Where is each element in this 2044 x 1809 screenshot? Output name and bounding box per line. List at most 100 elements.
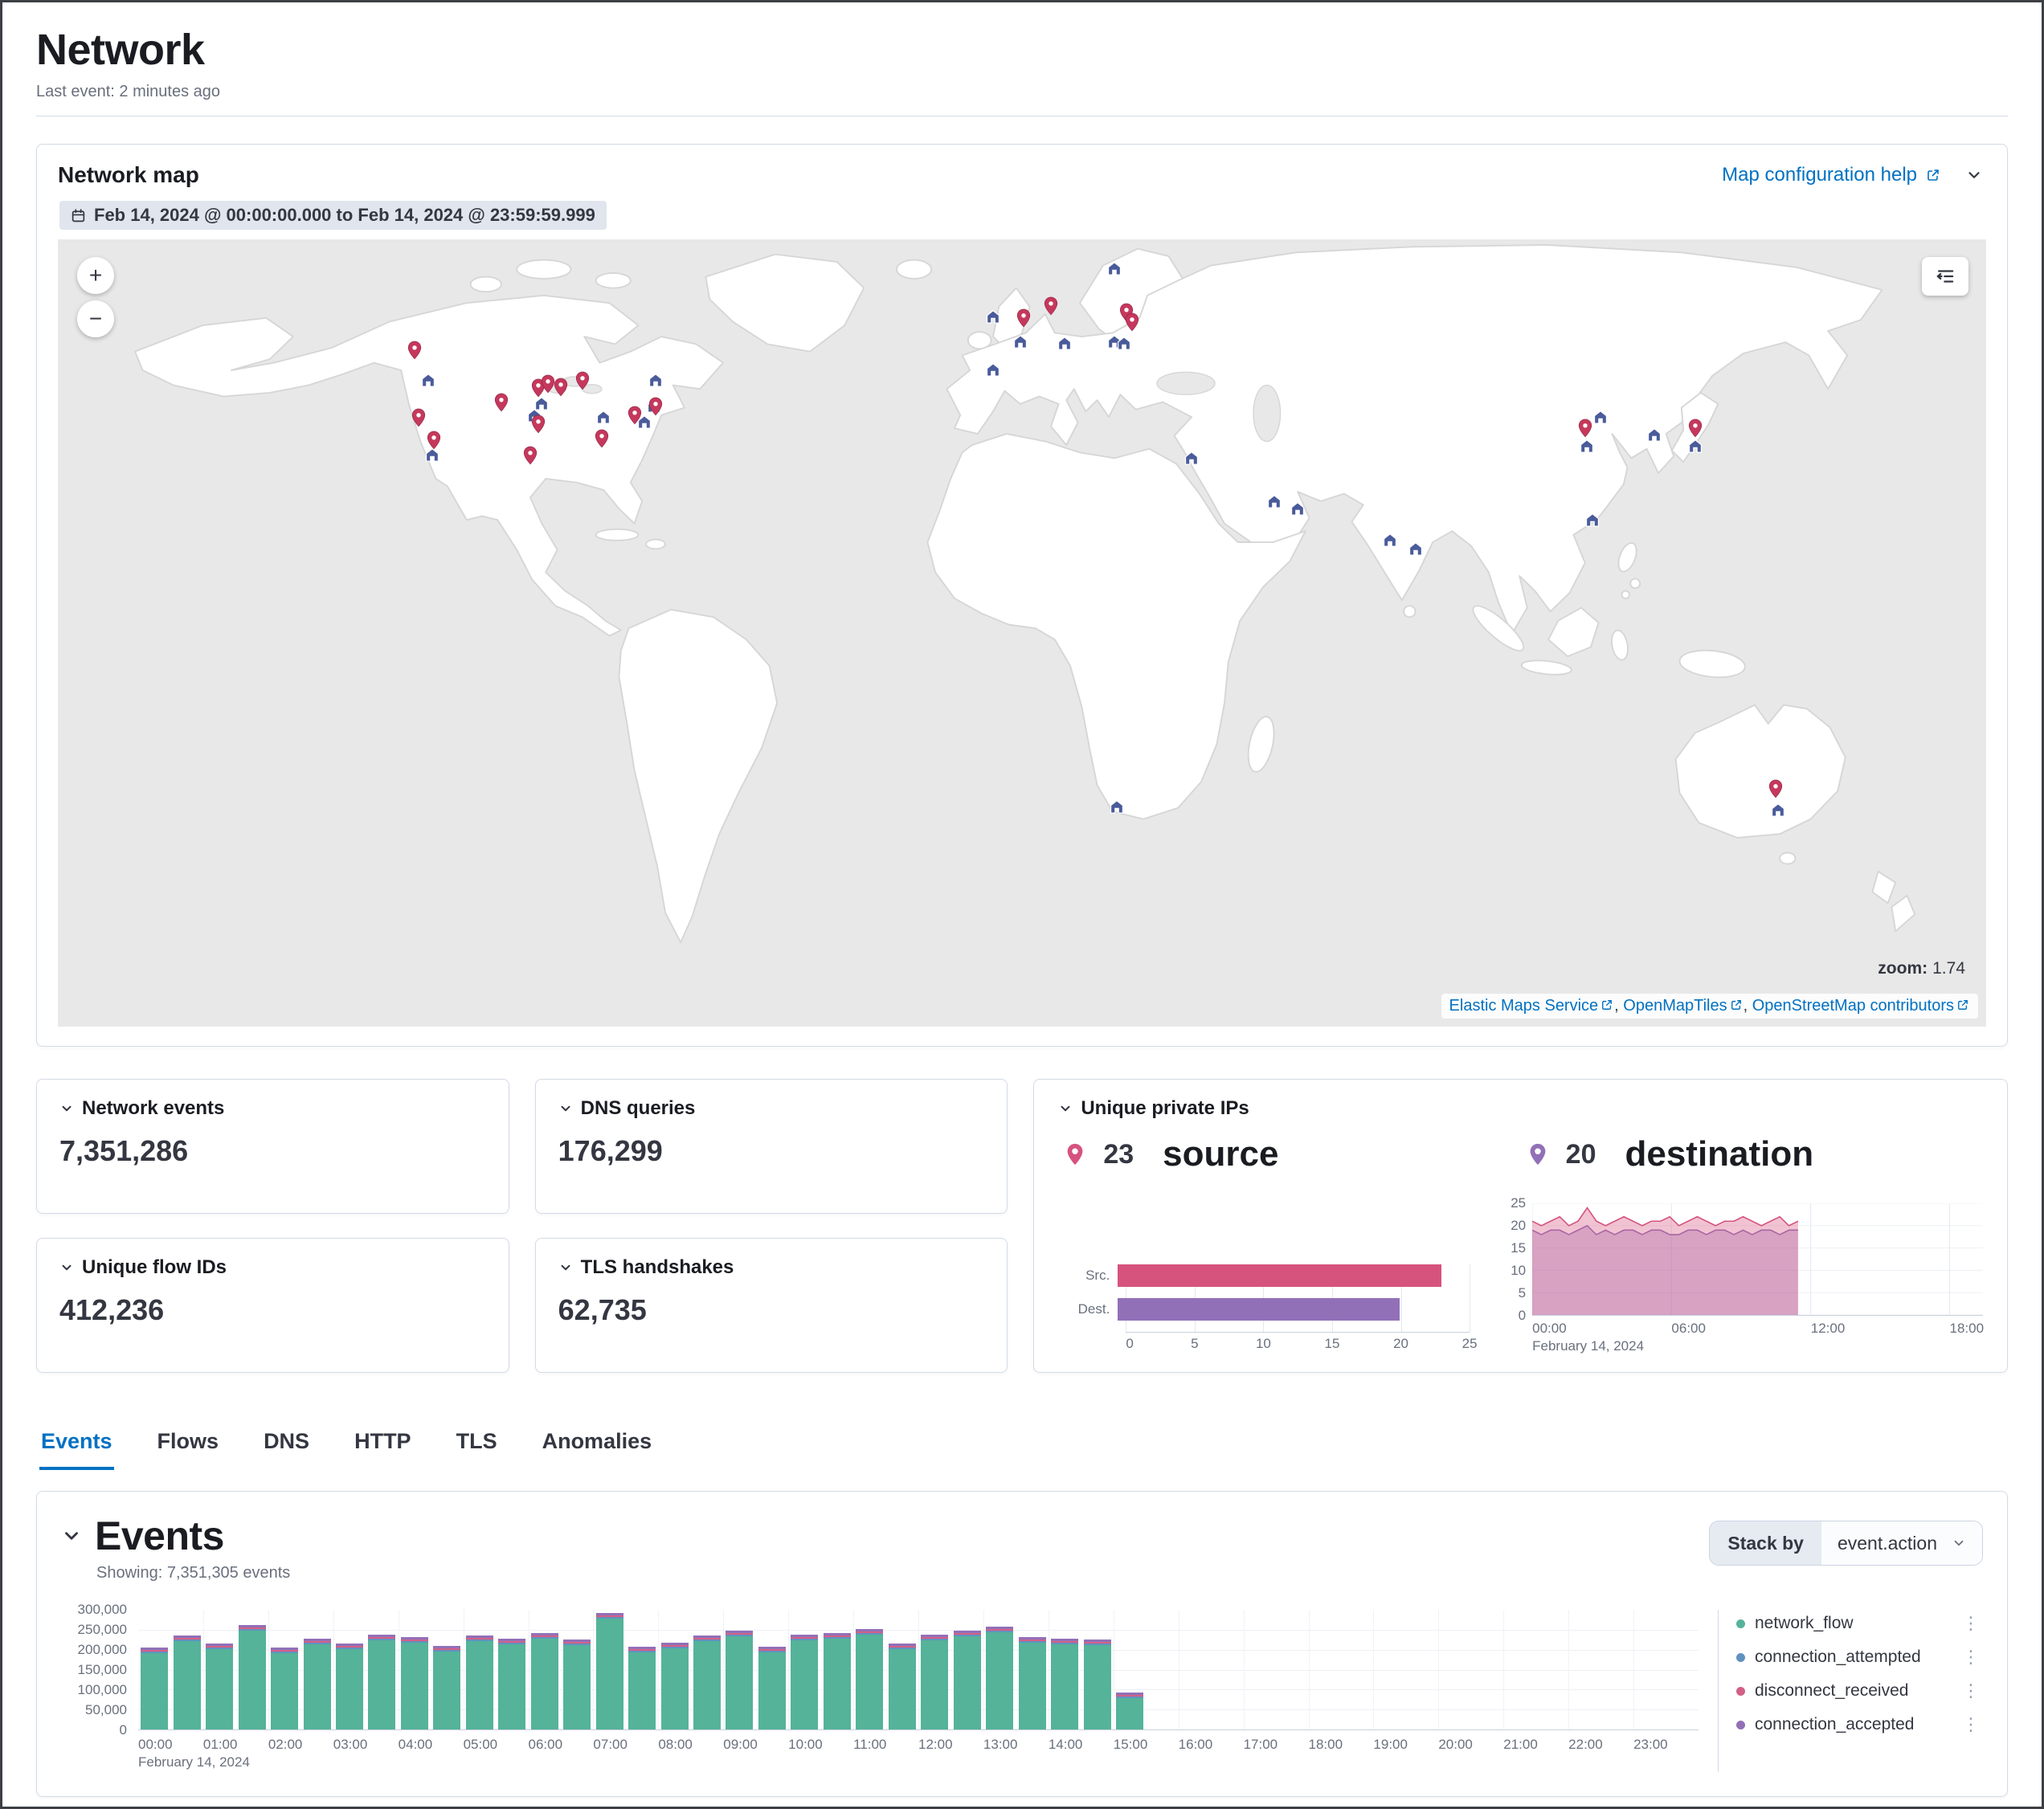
zoom-label: zoom:: [1878, 959, 1927, 978]
map-pin-marker[interactable]: [1014, 308, 1034, 332]
chevron-down-icon[interactable]: [558, 1101, 573, 1116]
map-pin-marker[interactable]: [1041, 296, 1061, 320]
chevron-down-icon: [1952, 1536, 1966, 1550]
tab-http[interactable]: HTTP: [353, 1423, 413, 1470]
events-plot-area: [138, 1610, 1699, 1730]
map-building-marker[interactable]: [1106, 260, 1123, 281]
histogram-bar: [1051, 1639, 1078, 1729]
tab-anomalies[interactable]: Anomalies: [541, 1423, 654, 1470]
map-date-range-badge: Feb 14, 2024 @ 00:00:00.000 to Feb 14, 2…: [59, 201, 607, 230]
zoom-value: 1.74: [1932, 959, 1965, 978]
histogram-bar: [563, 1640, 591, 1729]
zoom-out-button[interactable]: −: [77, 300, 114, 337]
map-building-marker[interactable]: [1116, 335, 1133, 356]
map-configuration-help-link[interactable]: Map configuration help: [1722, 164, 1941, 186]
events-showing-count: Showing: 7,351,305 events: [96, 1564, 290, 1582]
legend-item-disconnect_received: disconnect_received ⋮: [1736, 1680, 1983, 1701]
legend-actions-icon[interactable]: ⋮: [1959, 1613, 1983, 1634]
map-building-marker[interactable]: [1290, 500, 1306, 521]
map-building-marker[interactable]: [423, 447, 440, 468]
legend-color-dot: [1736, 1619, 1745, 1628]
map-pin-icon: [1063, 1142, 1087, 1166]
attribution-link[interactable]: Elastic Maps Service: [1449, 997, 1599, 1015]
legend-label[interactable]: connection_attempted: [1755, 1648, 1949, 1667]
tab-flows[interactable]: Flows: [156, 1423, 221, 1470]
map-help-label: Map configuration help: [1722, 164, 1917, 186]
histogram-bar: [206, 1644, 233, 1729]
map-building-marker[interactable]: [1056, 335, 1073, 356]
histogram-bar: [758, 1647, 786, 1729]
map-building-marker[interactable]: [1769, 802, 1786, 823]
tab-events[interactable]: Events: [39, 1423, 114, 1470]
chevron-down-icon[interactable]: [558, 1260, 573, 1275]
map-building-marker[interactable]: [1407, 541, 1424, 561]
map-markers: [58, 239, 1986, 1027]
map-building-marker[interactable]: [1686, 437, 1703, 458]
histogram-bar: [401, 1637, 428, 1729]
map-building-marker[interactable]: [595, 409, 612, 430]
map-building-marker[interactable]: [985, 308, 1002, 329]
stat-label: Network events: [82, 1097, 224, 1120]
map-building-marker[interactable]: [1382, 532, 1399, 553]
legend-label[interactable]: disconnect_received: [1755, 1681, 1949, 1701]
histogram-bar: [141, 1648, 168, 1729]
source-ips-label: source: [1163, 1134, 1278, 1174]
map-date-range-text: Feb 14, 2024 @ 00:00:00.000 to Feb 14, 2…: [94, 205, 595, 226]
tab-bar: Events Flows DNS HTTP TLS Anomalies: [36, 1423, 2008, 1470]
map-canvas[interactable]: + − zoom:1.74 Elastic Maps Service, Open…: [58, 239, 1986, 1027]
map-pin-marker[interactable]: [521, 446, 541, 470]
map-building-marker[interactable]: [1584, 511, 1601, 532]
chevron-down-icon[interactable]: [1058, 1101, 1073, 1116]
map-pin-marker[interactable]: [408, 408, 428, 432]
attribution-link[interactable]: OpenStreetMap contributors: [1752, 997, 1954, 1015]
page-title: Network: [36, 25, 2008, 75]
map-building-marker[interactable]: [1579, 437, 1596, 458]
map-pin-marker[interactable]: [405, 340, 425, 364]
stat-card-unique-flow-ids: Unique flow IDs 412,236: [36, 1238, 509, 1373]
unique-ips-area-chart: 2520151050 00:0006:0012:0018:00February …: [1503, 1199, 1983, 1354]
histogram-bar: [368, 1635, 395, 1729]
map-building-marker[interactable]: [985, 361, 1002, 382]
legend-actions-icon[interactable]: ⋮: [1959, 1680, 1983, 1701]
legend-label[interactable]: network_flow: [1755, 1614, 1949, 1633]
map-building-marker[interactable]: [1012, 333, 1028, 354]
chart-legend: network_flow⋮connection_attempted⋮discon…: [1718, 1610, 1983, 1772]
map-pin-marker[interactable]: [1122, 312, 1142, 336]
ips-panel-title: Unique private IPs: [1081, 1097, 1249, 1120]
histogram-bar: [271, 1648, 298, 1729]
legend-actions-icon[interactable]: ⋮: [1959, 1647, 1983, 1668]
map-pin-marker[interactable]: [528, 414, 548, 438]
map-pin-marker[interactable]: [1766, 778, 1786, 802]
map-building-marker[interactable]: [648, 372, 664, 393]
attribution-link[interactable]: OpenMapTiles: [1623, 997, 1727, 1015]
stack-by-select[interactable]: event.action: [1821, 1521, 1982, 1565]
map-building-marker[interactable]: [419, 372, 436, 393]
stat-value: 7,351,286: [59, 1134, 486, 1168]
map-panel-collapse-button[interactable]: [1962, 163, 1986, 187]
map-zoom-controls: + −: [77, 257, 114, 337]
legend-label[interactable]: connection_accepted: [1755, 1715, 1949, 1734]
map-building-marker[interactable]: [1108, 798, 1125, 819]
chevron-down-icon[interactable]: [61, 1525, 82, 1546]
legend-actions-icon[interactable]: ⋮: [1959, 1714, 1983, 1735]
histogram-bar: [954, 1631, 981, 1729]
map-pin-marker[interactable]: [551, 377, 571, 401]
map-layers-toggle-button[interactable]: [1922, 257, 1968, 296]
map-pin-marker[interactable]: [624, 406, 644, 430]
map-building-marker[interactable]: [1646, 427, 1663, 447]
destination-ips-group: 20 destination: [1521, 1134, 1983, 1174]
chevron-down-icon[interactable]: [59, 1260, 74, 1275]
zoom-in-button[interactable]: +: [77, 257, 114, 294]
histogram-bar: [628, 1647, 656, 1729]
chevron-down-icon[interactable]: [59, 1101, 74, 1116]
map-pin-marker[interactable]: [591, 428, 611, 452]
map-building-marker[interactable]: [1266, 493, 1283, 514]
tab-tls[interactable]: TLS: [455, 1423, 499, 1470]
map-pin-marker[interactable]: [572, 370, 592, 394]
map-building-marker[interactable]: [1183, 450, 1200, 471]
stack-by-label: Stack by: [1710, 1521, 1821, 1565]
map-zoom-readout: zoom: 1.74: [1878, 959, 1965, 978]
tab-dns[interactable]: DNS: [262, 1423, 311, 1470]
map-pin-marker[interactable]: [492, 392, 512, 416]
destination-ips-label: destination: [1625, 1134, 1813, 1174]
